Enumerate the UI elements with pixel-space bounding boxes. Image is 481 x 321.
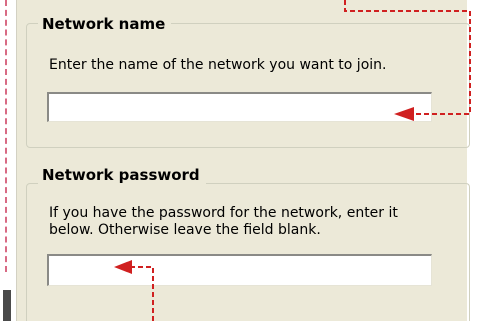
- page-margin-block: [3, 290, 11, 321]
- network-name-legend: Network name: [38, 15, 172, 33]
- window-body: { "network_name": { "legend": "Network n…: [0, 0, 481, 321]
- network-password-description: If you have the password for the network…: [49, 205, 398, 238]
- network-password-legend: Network password: [38, 166, 206, 184]
- page-margin-dashed-line: [5, 0, 7, 272]
- network-password-input[interactable]: [47, 254, 432, 286]
- network-name-input[interactable]: [47, 92, 432, 122]
- network-name-groupbox: [26, 23, 470, 148]
- network-name-description: Enter the name of the network you want t…: [49, 57, 387, 73]
- network-password-groupbox: [26, 183, 470, 321]
